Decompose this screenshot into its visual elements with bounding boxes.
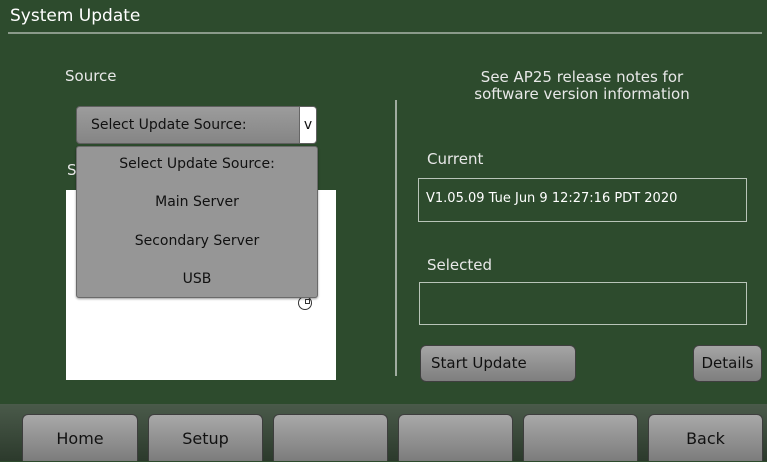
nav-home-button[interactable]: Home	[22, 414, 138, 461]
dropdown-option-select-source[interactable]: Select Update Source:	[77, 156, 317, 172]
nav-back-button[interactable]: Back	[648, 414, 763, 461]
notes-line-1: See AP25 release notes for	[480, 68, 684, 86]
notes-line-2: software version information	[474, 85, 690, 103]
dropdown-option-main-server[interactable]: Main Server	[77, 194, 317, 210]
update-source-select[interactable]: Select Update Source: v	[76, 106, 317, 144]
selected-version-field	[419, 282, 747, 325]
vertical-divider	[395, 100, 397, 376]
nav-setup-button[interactable]: Setup	[148, 414, 263, 461]
selected-label: Selected	[427, 256, 493, 274]
nav-blank-button-3[interactable]	[523, 414, 638, 461]
dropdown-option-usb[interactable]: USB	[77, 271, 317, 287]
page-title: System Update	[10, 6, 141, 26]
current-version-value: V1.05.09 Tue Jun 9 12:27:16 PDT 2020	[426, 191, 678, 206]
details-button[interactable]: Details	[693, 345, 762, 382]
release-notes-text: See AP25 release notes for software vers…	[404, 69, 760, 103]
title-divider	[8, 32, 762, 34]
chevron-down-icon[interactable]: v	[299, 107, 316, 143]
start-update-button[interactable]: Start Update	[420, 345, 576, 382]
cursor-icon	[298, 296, 312, 310]
nav-blank-button-1[interactable]	[273, 414, 388, 461]
dropdown-option-secondary-server[interactable]: Secondary Server	[77, 233, 317, 249]
nav-blank-button-2[interactable]	[398, 414, 513, 461]
select-value: Select Update Source:	[91, 117, 247, 133]
source-dropdown-menu: Select Update Source: Main Server Second…	[76, 146, 318, 298]
current-label: Current	[427, 150, 484, 168]
current-version-field: V1.05.09 Tue Jun 9 12:27:16 PDT 2020	[418, 178, 747, 222]
source-label: Source	[65, 67, 117, 85]
